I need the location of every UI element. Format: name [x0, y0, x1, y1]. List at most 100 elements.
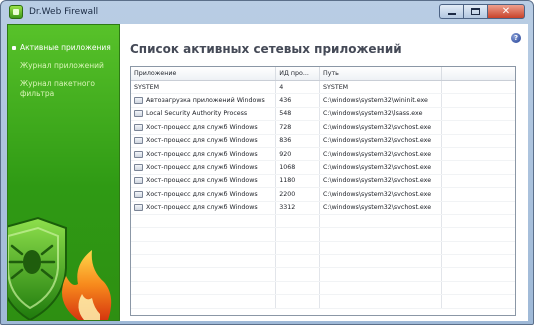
cell-pid: 1068	[276, 161, 321, 174]
cell-pid	[276, 255, 321, 268]
window-controls: ✕	[439, 4, 525, 19]
application-window-icon	[134, 204, 143, 212]
cell-pid: 728	[276, 121, 321, 134]
cell-path-text: C:\windows\system32\svchost.exe	[323, 164, 432, 172]
cell-application: Хост-процесс для служб Windows	[131, 147, 277, 161]
applications-table: Приложение ИД про... Путь SYSTEM 4 SYSTEM А…	[130, 66, 516, 316]
sidebar-item[interactable]: Журнал пакетного фильтра	[20, 79, 119, 99]
cell-path	[320, 295, 443, 308]
minimize-icon	[447, 13, 456, 15]
cell-application-text: Хост-процесс для служб Windows	[146, 137, 258, 145]
table-row[interactable]: Автозагрузка приложений Windows 436 C:\win…	[131, 94, 515, 108]
cell-path-text: C:\windows\system32\lsass.exe	[323, 110, 423, 118]
cell-pid	[276, 268, 321, 281]
cell-application: Хост-процесс для служб Windows	[131, 134, 277, 147]
table-row[interactable]: Хост-процесс для служб Windows 1180 C:\win…	[131, 174, 515, 189]
cell-empty	[442, 188, 515, 200]
cell-application: Local Security Authority Process	[131, 107, 277, 121]
cell-path: C:\windows\system32\lsass.exe	[320, 107, 443, 121]
cell-path	[320, 241, 443, 255]
cell-application-text: SYSTEM	[134, 83, 160, 91]
sidebar-item-row: Активные приложения	[12, 43, 119, 53]
cell-pid-text: 548	[279, 110, 292, 118]
cell-pid	[276, 228, 321, 241]
minimize-button[interactable]	[439, 4, 463, 19]
application-window-icon	[134, 164, 143, 172]
table-body: SYSTEM 4 SYSTEM Автозагрузка приложений Win…	[131, 81, 515, 309]
active-bullet-icon	[12, 46, 16, 50]
cell-pid: 1180	[276, 174, 321, 188]
help-icon[interactable]: ?	[511, 33, 521, 43]
column-header-empty[interactable]	[442, 67, 515, 80]
sidebar: Активные приложения Журнал приложений Журн…	[7, 24, 120, 321]
cell-path: C:\windows\system32\svchost.exe	[320, 134, 443, 147]
cell-application-text: Хост-процесс для служб Windows	[146, 204, 258, 212]
cell-empty	[442, 228, 515, 240]
cell-empty	[442, 148, 515, 160]
table-row[interactable]: Хост-процесс для служб Windows 3312 C:\win…	[131, 201, 515, 215]
window-title: Dr.Web Firewall	[29, 7, 99, 17]
title-bar[interactable]: Dr.Web Firewall ✕	[1, 1, 533, 23]
maximize-button[interactable]	[463, 4, 487, 19]
cell-pid-text: 2200	[279, 190, 296, 198]
cell-path: SYSTEM	[320, 81, 443, 94]
page-title: Список активных сетевых приложений	[130, 42, 402, 56]
cell-application-text: Хост-процесс для служб Windows	[146, 150, 258, 158]
cell-path: C:\windows\system32\svchost.exe	[320, 174, 443, 188]
column-header-application[interactable]: Приложение	[131, 67, 277, 80]
cell-pid	[276, 281, 321, 295]
cell-pid-text: 836	[279, 137, 292, 145]
sidebar-item[interactable]: Журнал приложений	[20, 61, 119, 71]
cell-path: C:\windows\system32\svchost.exe	[320, 147, 443, 161]
cell-application	[131, 255, 277, 268]
application-window-icon	[134, 190, 143, 198]
cell-pid	[276, 295, 321, 308]
cell-application-text: Local Security Authority Process	[146, 110, 248, 118]
table-row-empty	[131, 268, 515, 282]
sidebar-item-label: Журнал пакетного фильтра	[20, 79, 95, 98]
cell-empty	[442, 242, 515, 254]
column-header-path[interactable]: Путь	[320, 67, 443, 80]
cell-application-text: Хост-процесс для служб Windows	[146, 123, 258, 131]
cell-path-text: C:\windows\system32\svchost.exe	[323, 190, 432, 198]
cell-path	[320, 255, 443, 268]
drweb-app-icon	[9, 5, 23, 19]
table-row[interactable]: SYSTEM 4 SYSTEM	[131, 81, 515, 95]
maximize-icon	[471, 8, 480, 15]
sidebar-item-label: Активные приложения	[20, 43, 111, 52]
app-window: Dr.Web Firewall ✕ Активные приложения Жур…	[0, 0, 534, 325]
sidebar-item[interactable]: Активные приложения	[12, 43, 119, 53]
cell-path: C:\windows\system32\svchost.exe	[320, 188, 443, 201]
cell-path-text: C:\windows\system32\wininit.exe	[323, 97, 428, 105]
cell-path-text: C:\windows\system32\svchost.exe	[323, 150, 432, 158]
table-row[interactable]: Хост-процесс для служб Windows 920 C:\wind…	[131, 147, 515, 162]
table-row[interactable]: Local Security Authority Process 548 C:\wi…	[131, 107, 515, 122]
cell-application-text: Хост-процесс для служб Windows	[146, 164, 258, 172]
cell-empty	[442, 255, 515, 267]
cell-path: C:\windows\system32\wininit.exe	[320, 94, 443, 107]
cell-pid-text: 728	[279, 123, 292, 131]
table-row-empty	[131, 281, 515, 296]
column-header-pid[interactable]: ИД про...	[276, 67, 321, 80]
cell-empty	[442, 81, 515, 93]
cell-application	[131, 281, 277, 295]
cell-application: Хост-процесс для служб Windows	[131, 201, 277, 214]
application-window-icon	[134, 137, 143, 145]
cell-application: Хост-процесс для служб Windows	[131, 121, 277, 134]
application-window-icon	[134, 150, 143, 158]
cell-path	[320, 214, 443, 228]
table-row[interactable]: Хост-процесс для служб Windows 1068 C:\win…	[131, 161, 515, 175]
cell-application: Хост-процесс для служб Windows	[131, 174, 277, 188]
close-button[interactable]: ✕	[487, 4, 525, 19]
cell-application: Хост-процесс для служб Windows	[131, 161, 277, 174]
cell-application	[131, 295, 277, 308]
application-window-icon	[134, 123, 143, 131]
cell-path	[320, 281, 443, 295]
table-row[interactable]: Хост-процесс для служб Windows 2200 C:\win…	[131, 188, 515, 202]
cell-pid: 3312	[276, 201, 321, 214]
cell-path-text: C:\windows\system32\svchost.exe	[323, 204, 432, 212]
table-row[interactable]: Хост-процесс для служб Windows 728 C:\wind…	[131, 121, 515, 135]
application-window-icon	[134, 177, 143, 185]
table-row[interactable]: Хост-процесс для служб Windows 836 C:\wind…	[131, 134, 515, 148]
cell-path	[320, 228, 443, 241]
